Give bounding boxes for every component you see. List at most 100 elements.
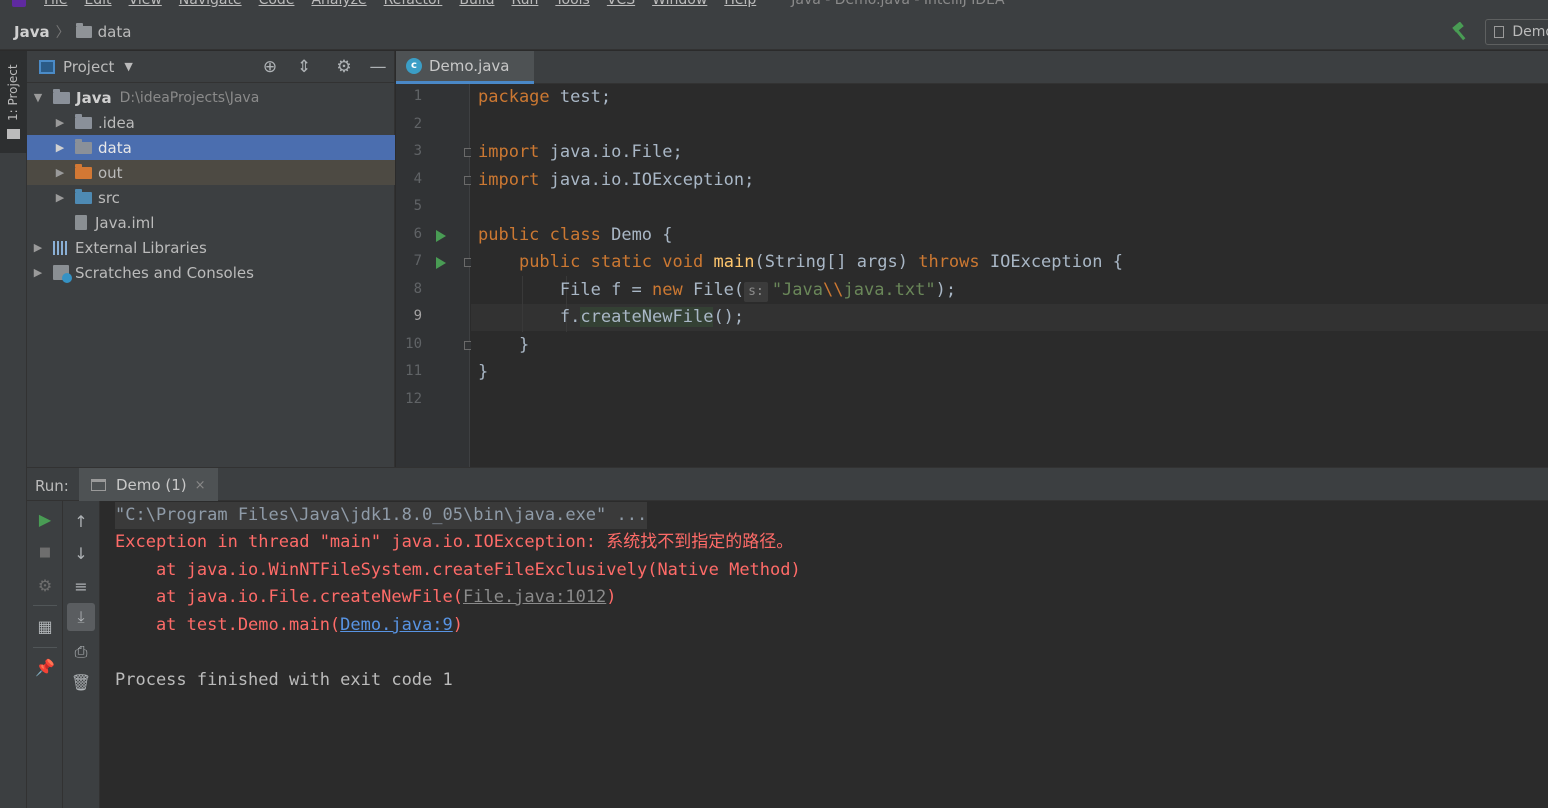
line-number: 12 [405, 391, 422, 407]
collapse-all-icon[interactable]: ⇕ [294, 57, 314, 77]
menu-tools[interactable]: Tools [555, 0, 590, 8]
collapsed-arrow-icon[interactable]: ▶ [53, 116, 67, 129]
tree-item-java-iml[interactable]: Java.iml [27, 210, 395, 235]
console-exception-line: Exception in thread "main" java.io.IOExc… [115, 532, 794, 552]
tree-item-label: Java.iml [95, 213, 155, 232]
console-stacktrace-line: at test.Demo.main(Demo.java:9) [115, 615, 464, 635]
tree-item-external-libraries[interactable]: ▶ External Libraries [27, 235, 395, 260]
run-class-gutter-icon[interactable] [436, 230, 446, 242]
menu-refactor[interactable]: Refactor [384, 0, 443, 8]
rerun-icon[interactable]: ▶ [31, 505, 59, 533]
caret-down-icon[interactable]: ▼ [124, 60, 132, 73]
menu-edit[interactable]: Edit [84, 0, 111, 8]
collapsed-arrow-icon[interactable]: ▶ [53, 191, 67, 204]
editor-tab-bar: c Demo.java [396, 51, 1548, 84]
tree-item-label: External Libraries [75, 238, 207, 257]
restore-layout-icon[interactable]: ▦ [31, 612, 59, 640]
code-line-1: package test; [478, 87, 612, 107]
menu-help[interactable]: Help [724, 0, 756, 8]
hide-panel-icon[interactable]: — [368, 57, 388, 77]
expanded-arrow-icon[interactable]: ▼ [31, 91, 45, 104]
console-icon [91, 479, 106, 491]
tree-item-label: Java [76, 88, 112, 107]
menu-view[interactable]: View [129, 0, 162, 8]
console-stacktrace-line: at java.io.File.createNewFile(File.java:… [115, 587, 617, 607]
line-number-current: 9 [413, 308, 422, 324]
run-tab-demo[interactable]: Demo (1) × [79, 468, 218, 502]
tree-item-data[interactable]: ▶ data [27, 135, 395, 160]
menu-file[interactable]: File [44, 0, 67, 8]
tree-item-label: src [98, 188, 120, 207]
line-number: 1 [413, 88, 422, 104]
tree-item-idea[interactable]: ▶ .idea [27, 110, 395, 135]
parameter-hint: s: [744, 282, 768, 302]
scratches-icon [53, 265, 72, 283]
menu-navigate[interactable]: Navigate [179, 0, 242, 8]
tree-item-label: data [98, 138, 132, 157]
console-output[interactable]: "C:\Program Files\Java\jdk1.8.0_05\bin\j… [100, 501, 1548, 808]
breadcrumb-project[interactable]: Java [14, 23, 50, 41]
module-file-icon [75, 215, 87, 230]
tab-demo-java[interactable]: c Demo.java [396, 51, 534, 84]
library-icon [53, 240, 69, 255]
line-number: 4 [413, 171, 422, 187]
java-class-icon: c [406, 58, 422, 74]
code-editor[interactable]: package test; import java.io.File; impor… [471, 84, 1548, 467]
highlighted-method-call: createNewFile [580, 307, 714, 327]
line-number: 7 [413, 253, 422, 269]
run-main-gutter-icon[interactable] [436, 257, 446, 269]
collapsed-arrow-icon[interactable]: ▶ [31, 241, 45, 254]
menu-vcs[interactable]: VCS [607, 0, 635, 8]
collapsed-arrow-icon[interactable]: ▶ [31, 266, 45, 279]
code-line-6: public class Demo { [478, 225, 673, 245]
collapsed-arrow-icon[interactable]: ▶ [53, 141, 67, 154]
run-config-icon [1494, 26, 1505, 38]
console-exit-line: Process finished with exit code 1 [115, 670, 453, 690]
stacktrace-link-file-java[interactable]: File.java:1012 [463, 587, 606, 607]
project-tool-tab-label: 1: Project [6, 64, 20, 121]
line-number: 8 [413, 281, 422, 297]
soft-wrap-icon[interactable]: ≡ [67, 572, 95, 600]
pin-tab-icon[interactable]: 📌 [31, 653, 59, 681]
menu-run[interactable]: Run [512, 0, 539, 8]
menu-code[interactable]: Code [259, 0, 295, 8]
tree-item-label: .idea [98, 113, 135, 132]
line-number: 10 [405, 336, 422, 352]
menu-bar: File Edit View Navigate Code Analyze Ref… [0, 0, 1548, 14]
menu-analyze[interactable]: Analyze [311, 0, 366, 8]
down-arrow-icon[interactable]: ↓ [67, 539, 95, 567]
project-view-selector[interactable]: Project [63, 58, 114, 76]
menu-window[interactable]: Window [652, 0, 707, 8]
editor-gutter: 1 2 3 4 5 6 7 8 9 10 11 12 [396, 84, 473, 467]
window-title: Java - Demo.java - IntelliJ IDEA [791, 0, 1005, 8]
scroll-to-end-icon[interactable]: ⤓ [67, 603, 95, 631]
menu-build[interactable]: Build [459, 0, 494, 8]
code-line-10: } [518, 335, 530, 355]
console-command-line[interactable]: "C:\Program Files\Java\jdk1.8.0_05\bin\j… [115, 502, 648, 529]
tree-item-java-root[interactable]: ▼ Java D:\ideaProjects\Java [27, 85, 395, 110]
debug-settings-icon[interactable]: ⚙ [31, 571, 59, 599]
code-line-7: public static void main(String[] args) t… [518, 252, 1123, 272]
collapsed-arrow-icon[interactable]: ▶ [53, 166, 67, 179]
trash-icon[interactable]: 🗑 [67, 668, 95, 696]
breadcrumb-separator-icon: 〉 [55, 24, 70, 41]
gear-icon[interactable]: ⚙ [334, 57, 354, 77]
folder-icon [75, 113, 92, 129]
code-line-3: import java.io.File; [478, 142, 683, 162]
close-icon[interactable]: × [195, 478, 206, 493]
stop-icon[interactable]: ■ [31, 538, 59, 566]
build-hammer-icon[interactable] [1450, 22, 1470, 42]
print-icon[interactable]: ⎙ [67, 638, 95, 666]
locate-file-icon[interactable]: ⊕ [260, 57, 280, 77]
breadcrumb-folder[interactable]: data [98, 23, 132, 41]
tree-item-scratches[interactable]: ▶ Scratches and Consoles [27, 260, 395, 285]
tree-item-out[interactable]: ▶ out [27, 160, 395, 185]
run-configuration-selector[interactable]: Demo [1485, 19, 1548, 45]
run-toolbar-primary: ▶ ■ ⚙ ▦ 📌 [27, 501, 63, 808]
up-arrow-icon[interactable]: ↑ [67, 507, 95, 535]
stacktrace-link-demo-java[interactable]: Demo.java:9 [340, 615, 453, 635]
left-tool-strip: 1: Project [0, 51, 27, 808]
folder-icon [7, 129, 20, 139]
tree-item-src[interactable]: ▶ src [27, 185, 395, 210]
project-tool-tab[interactable]: 1: Project [0, 51, 27, 153]
